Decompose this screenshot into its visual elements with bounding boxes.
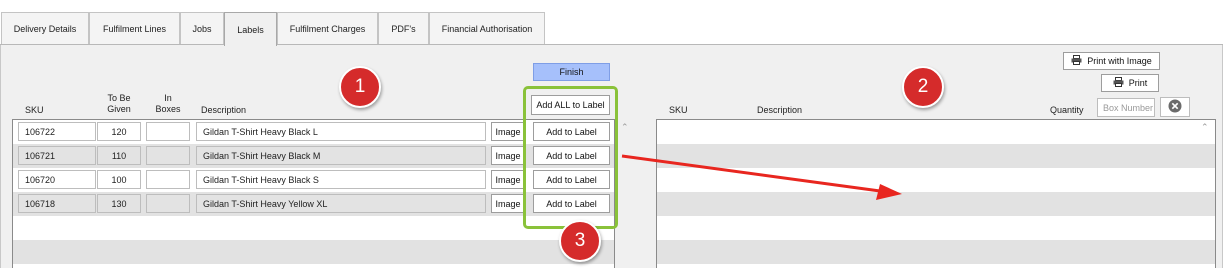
header-line: To Be [107, 93, 131, 103]
printer-icon [1071, 55, 1082, 67]
tab-delivery-details[interactable]: Delivery Details [1, 12, 89, 45]
image-button[interactable]: Image [491, 170, 525, 189]
description-cell: Gildan T-Shirt Heavy Yellow XL [196, 194, 486, 213]
tab-fulfilment-charges[interactable]: Fulfilment Charges [277, 12, 378, 45]
in-boxes-field[interactable] [146, 122, 190, 141]
column-header-sku: SKU [25, 105, 44, 115]
sku-cell: 106718 [18, 194, 96, 213]
header-line: Given [107, 104, 131, 114]
print-button[interactable]: Print [1101, 74, 1159, 92]
right-label-grid: ⌃ [656, 119, 1216, 268]
sku-cell: 106721 [18, 146, 96, 165]
description-cell: Gildan T-Shirt Heavy Black M [196, 146, 486, 165]
sku-cell: 106720 [18, 170, 96, 189]
description-cell: Gildan T-Shirt Heavy Black S [196, 170, 486, 189]
image-button[interactable]: Image [491, 194, 525, 213]
print-with-image-button[interactable]: Print with Image [1063, 52, 1160, 70]
table-row [13, 240, 614, 264]
header-line: In [164, 93, 172, 103]
tab-pdfs[interactable]: PDF's [378, 12, 429, 45]
image-button[interactable]: Image [491, 122, 525, 141]
tab-fulfilment-lines[interactable]: Fulfilment Lines [89, 12, 180, 45]
tab-bar: Delivery Details Fulfilment Lines Jobs L… [0, 0, 1223, 46]
column-header-in-boxes: In Boxes [150, 93, 186, 115]
to-be-given-field[interactable]: 110 [97, 146, 141, 165]
column-header-to-be-given: To Be Given [100, 93, 138, 115]
in-boxes-field[interactable] [146, 194, 190, 213]
scroll-up-icon[interactable]: ⌃ [1201, 122, 1209, 133]
to-be-given-field[interactable]: 120 [97, 122, 141, 141]
scroll-up-icon[interactable]: ⌃ [621, 122, 629, 133]
table-row [657, 192, 1215, 216]
table-row [657, 216, 1215, 240]
header-line: Boxes [155, 104, 181, 114]
annotation-badge-2: 2 [902, 66, 944, 108]
table-row [657, 144, 1215, 168]
finish-button[interactable]: Finish [533, 63, 610, 81]
tab-labels[interactable]: Labels [224, 12, 277, 46]
column-header-quantity: Quantity [1050, 105, 1084, 115]
table-row [657, 120, 1215, 144]
box-number-input[interactable]: Box Number [1097, 98, 1155, 117]
annotation-badge-3: 3 [559, 220, 601, 262]
tab-financial-authorisation[interactable]: Financial Authorisation [429, 12, 545, 45]
print-label: Print [1128, 78, 1148, 88]
clear-button[interactable] [1160, 97, 1190, 117]
add-to-label-highlight [523, 86, 618, 229]
column-header-description: Description [201, 105, 247, 115]
description-cell: Gildan T-Shirt Heavy Black L [196, 122, 486, 141]
tab-jobs[interactable]: Jobs [180, 12, 224, 45]
table-row [657, 168, 1215, 192]
to-be-given-field[interactable]: 100 [97, 170, 141, 189]
sku-cell: 106722 [18, 122, 96, 141]
printer-icon [1113, 77, 1124, 89]
image-button[interactable]: Image [491, 146, 525, 165]
annotation-badge-1: 1 [339, 66, 381, 108]
column-header-description: Description [757, 105, 803, 115]
in-boxes-field[interactable] [146, 146, 190, 165]
in-boxes-field[interactable] [146, 170, 190, 189]
column-header-sku: SKU [669, 105, 688, 115]
print-with-image-label: Print with Image [1087, 56, 1152, 66]
table-row [657, 240, 1215, 264]
close-circle-icon [1168, 99, 1182, 115]
to-be-given-field[interactable]: 130 [97, 194, 141, 213]
